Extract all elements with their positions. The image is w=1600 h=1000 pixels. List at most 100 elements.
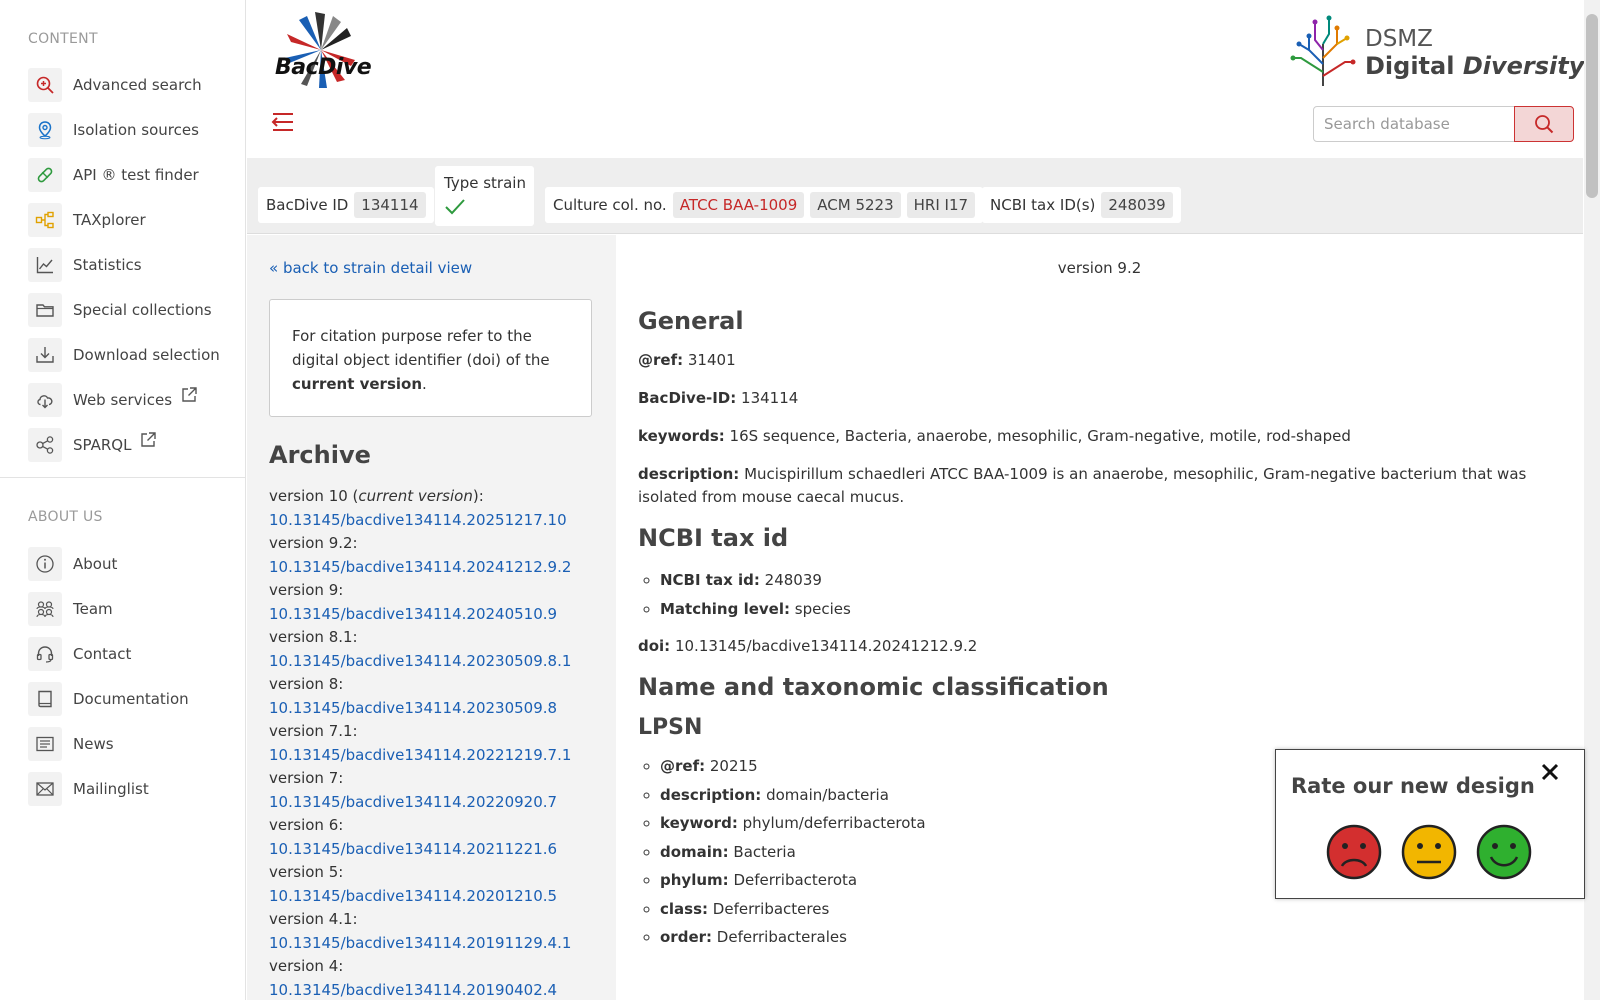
sidebar-item-label: Special collections xyxy=(73,300,212,319)
sidebar-item-label: TAXplorer xyxy=(73,210,146,229)
sidebar-item-about[interactable]: About xyxy=(28,541,238,586)
field-value: 10.13145/bacdive134114.20241212.9.2 xyxy=(674,637,978,655)
envelope-icon xyxy=(28,771,62,806)
field-key: @ref: xyxy=(638,351,684,369)
type-strain-label: Type strain xyxy=(444,174,526,192)
version-label: version 4.1: xyxy=(269,910,358,928)
culture-number: HRI I17 xyxy=(906,192,976,218)
sidebar-item-team[interactable]: Team xyxy=(28,586,238,631)
culture-number-link[interactable]: ATCC BAA-1009 xyxy=(672,192,805,218)
rating-popup: Rate our new design xyxy=(1275,749,1585,899)
field-key: description: xyxy=(638,465,740,483)
field-key: description: xyxy=(660,785,762,804)
sidebar-divider xyxy=(0,477,246,478)
field-key: phylum: xyxy=(660,871,729,889)
sad-face-icon[interactable] xyxy=(1326,824,1382,880)
field-value: phylum/deferribacterota xyxy=(742,814,926,832)
citation-text: For citation purpose refer to the digita… xyxy=(292,327,550,369)
sidebar-item-advanced-search[interactable]: Advanced search xyxy=(28,62,238,107)
neutral-face-icon[interactable] xyxy=(1401,824,1457,880)
version-doi-link[interactable]: 10.13145/bacdive134114.20201210.5 xyxy=(269,885,609,909)
list-item: NCBI tax id: 248039 xyxy=(660,566,1558,595)
sidebar-item-sparql[interactable]: SPARQL xyxy=(28,422,238,467)
sidebar-item-label: Statistics xyxy=(73,255,142,274)
version-doi-link[interactable]: 10.13145/bacdive134114.20220920.7 xyxy=(269,791,609,815)
content-heading: CONTENT xyxy=(28,31,98,47)
pill-icon xyxy=(28,157,62,192)
sidebar-item-isolation-sources[interactable]: Isolation sources xyxy=(28,107,238,152)
location-pin-icon xyxy=(28,112,62,147)
book-icon xyxy=(28,681,62,716)
version-doi-link[interactable]: 10.13145/bacdive134114.20211221.6 xyxy=(269,838,609,862)
version-doi-link[interactable]: 10.13145/bacdive134114.20241212.9.2 xyxy=(269,556,609,580)
back-to-strain-link[interactable]: « back to strain detail view xyxy=(269,259,472,277)
citation-period: . xyxy=(422,375,427,393)
sidebar-item-web-services[interactable]: Web services xyxy=(28,377,238,422)
field-key: doi: xyxy=(638,637,671,655)
page-scrollbar[interactable] xyxy=(1584,0,1600,1000)
sidebar: CONTENT Advanced search Isolation source… xyxy=(0,0,246,1000)
version-doi-link[interactable]: 10.13145/bacdive134114.20240510.9 xyxy=(269,603,609,627)
field-value: Bacteria xyxy=(733,842,796,861)
citation-current-version: current version xyxy=(292,375,423,393)
sidebar-item-mailinglist[interactable]: Mailinglist xyxy=(28,766,238,811)
field-bacdive-id: BacDive-ID: 134114 xyxy=(638,387,1558,410)
sidebar-item-api-test-finder[interactable]: API ® test finder xyxy=(28,152,238,197)
version-doi-link[interactable]: 10.13145/bacdive134114.20221219.7.1 xyxy=(269,744,609,768)
download-icon xyxy=(28,337,62,372)
dsmz-logo[interactable]: DSMZ Digital Diversity xyxy=(1287,14,1587,88)
external-link-icon xyxy=(141,431,157,447)
happy-face-icon[interactable] xyxy=(1476,824,1532,880)
field-key: class: xyxy=(660,899,709,918)
version-doi-link[interactable]: 10.13145/bacdive134114.20191129.4.1 xyxy=(269,932,609,956)
scrollbar-thumb[interactable] xyxy=(1586,14,1598,198)
version-label: version 4: xyxy=(269,957,344,975)
sidebar-item-documentation[interactable]: Documentation xyxy=(28,676,238,721)
archive-panel: « back to strain detail view For citatio… xyxy=(247,235,616,1000)
sidebar-item-download-selection[interactable]: Download selection xyxy=(28,332,238,377)
menu-collapse-icon[interactable] xyxy=(269,110,295,134)
field-value: domain/bacteria xyxy=(766,785,889,804)
version-label: version 8: xyxy=(269,675,344,693)
field-value: Mucispirillum schaedleri ATCC BAA-1009 i… xyxy=(638,465,1527,506)
field-description: description: Mucispirillum schaedleri AT… xyxy=(638,463,1558,509)
bacdive-id-label: BacDive ID xyxy=(266,196,349,214)
version-label: version 6: xyxy=(269,816,344,834)
field-key: keyword: xyxy=(660,814,738,832)
field-key: @ref: xyxy=(660,757,706,775)
tree-structure-icon xyxy=(28,202,62,237)
version-label: version 7: xyxy=(269,769,344,787)
team-icon xyxy=(28,591,62,626)
close-icon[interactable] xyxy=(1538,760,1562,784)
version-label-start: version 10 ( xyxy=(269,487,359,505)
org-tagline-part2: Diversity xyxy=(1462,52,1585,80)
sidebar-item-news[interactable]: News xyxy=(28,721,238,766)
culture-collection-chip: Culture col. no. ATCC BAA-1009 ACM 5223 … xyxy=(545,187,984,223)
sidebar-item-taxplorer[interactable]: TAXplorer xyxy=(28,197,238,242)
field-value: 31401 xyxy=(687,351,736,369)
culture-number: ACM 5223 xyxy=(810,192,901,218)
sidebar-item-label: Contact xyxy=(73,644,132,663)
sidebar-item-label: Web services xyxy=(73,390,173,409)
search-button[interactable] xyxy=(1514,106,1574,142)
bacdive-logo[interactable]: BacDive xyxy=(269,10,372,92)
type-strain-chip: Type strain xyxy=(435,166,534,226)
version-doi-link[interactable]: 10.13145/bacdive134114.20251217.10 xyxy=(269,509,609,533)
sidebar-item-statistics[interactable]: Statistics xyxy=(28,242,238,287)
field-keywords: keywords: 16S sequence, Bacteria, anaero… xyxy=(638,425,1558,448)
version-label: version 9.2: xyxy=(269,534,358,552)
ncbi-heading: NCBI tax id xyxy=(638,524,789,552)
sidebar-item-contact[interactable]: Contact xyxy=(28,631,238,676)
sidebar-item-special-collections[interactable]: Special collections xyxy=(28,287,238,332)
field-ref: @ref: 31401 xyxy=(638,349,1558,372)
version-doi-link[interactable]: 10.13145/bacdive134114.20230509.8 xyxy=(269,697,609,721)
version-doi-link[interactable]: 10.13145/bacdive134114.20190402.4 xyxy=(269,979,609,1000)
search-input[interactable] xyxy=(1313,106,1515,142)
field-value: species xyxy=(794,599,851,618)
headset-icon xyxy=(28,636,62,671)
folder-icon xyxy=(28,292,62,327)
about-heading: ABOUT US xyxy=(28,509,103,525)
version-doi-link[interactable]: 10.13145/bacdive134114.20230509.8.1 xyxy=(269,650,609,674)
sidebar-item-label: SPARQL xyxy=(73,435,132,454)
field-value: 248039 xyxy=(764,571,822,589)
